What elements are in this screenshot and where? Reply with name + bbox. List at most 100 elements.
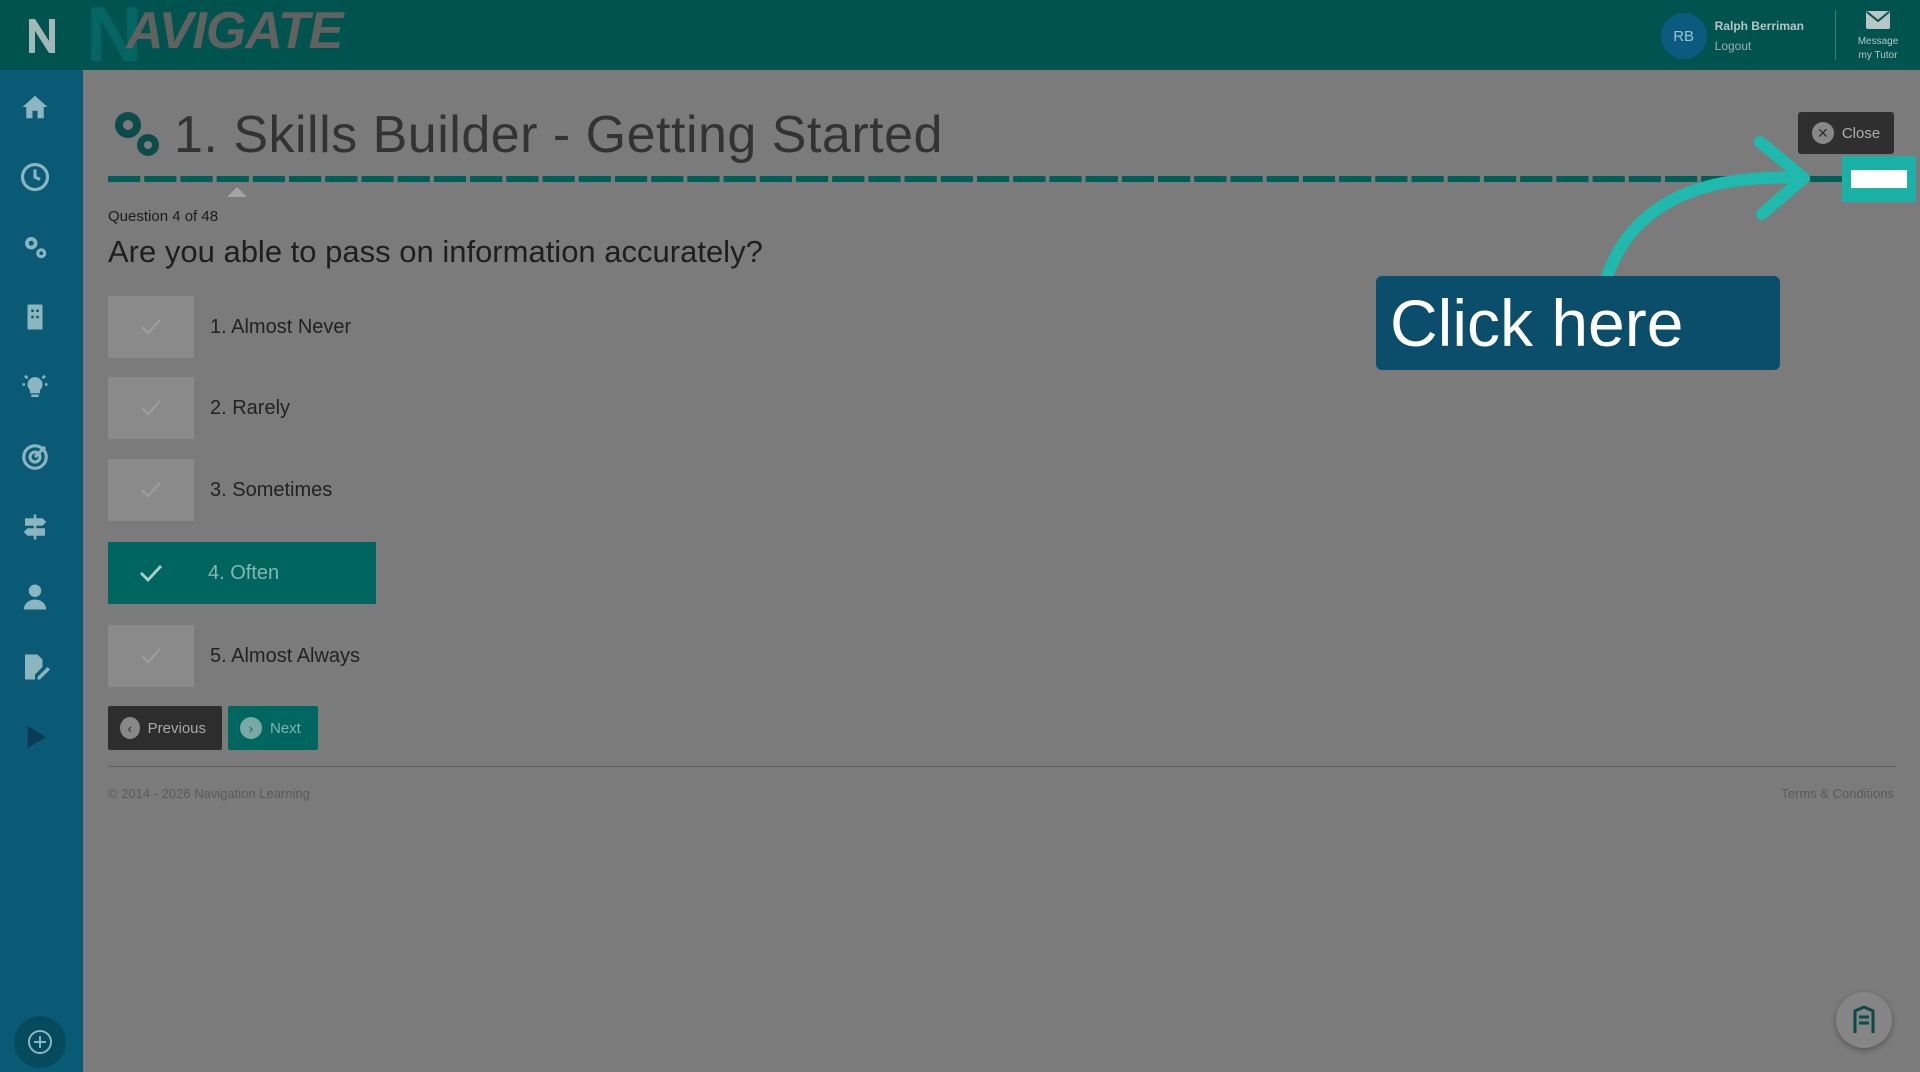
- target-icon[interactable]: [18, 440, 52, 474]
- play-icon[interactable]: [18, 720, 52, 754]
- page-title-row: 1. Skills Builder - Getting Started: [108, 100, 943, 170]
- chevron-right-icon: ›: [240, 717, 262, 739]
- progress-segment: [868, 176, 901, 182]
- option-label[interactable]: 5. Almost Always: [210, 645, 360, 668]
- copyright-text: © 2014 - 2026 Navigation Learning: [108, 786, 310, 801]
- lightbulb-icon[interactable]: [18, 370, 52, 404]
- progress-segment: [289, 176, 322, 182]
- click-here-callout: Click here: [1376, 276, 1780, 370]
- avatar[interactable]: RB: [1660, 13, 1707, 59]
- previous-button[interactable]: ‹ Previous: [108, 706, 222, 750]
- check-icon[interactable]: [108, 625, 194, 687]
- progress-segment: [1520, 176, 1553, 182]
- user-icon[interactable]: [18, 580, 52, 614]
- building-icon[interactable]: [18, 300, 52, 334]
- progress-segment: [397, 176, 430, 182]
- progress-segment: [904, 176, 937, 182]
- signpost-icon[interactable]: [18, 510, 52, 544]
- gears-icon: [115, 112, 159, 156]
- progress-segment: [433, 176, 467, 182]
- footer-divider: [108, 766, 1896, 767]
- progress-segment: [1447, 176, 1480, 182]
- option-almost-always[interactable]: 5. Almost Always: [108, 625, 360, 687]
- progress-segment: [759, 176, 792, 182]
- progress-segment: [325, 176, 358, 182]
- progress-segment: [687, 176, 720, 182]
- check-icon[interactable]: [108, 542, 194, 604]
- progress-segment: [614, 176, 648, 182]
- progress-segment: [1121, 176, 1155, 182]
- progress-segment: [216, 176, 249, 182]
- plus-icon[interactable]: [14, 1016, 66, 1068]
- progress-segment: [361, 176, 394, 182]
- click-target-highlight[interactable]: [1842, 156, 1916, 202]
- page-title: 1. Skills Builder - Getting Started: [174, 106, 943, 164]
- terms-link[interactable]: Terms & Conditions: [1781, 786, 1894, 801]
- close-label: Close: [1841, 124, 1881, 142]
- progress-segment: [144, 176, 177, 182]
- progress-segment: [1158, 176, 1191, 182]
- progress-segment: [1013, 176, 1046, 182]
- progress-bar: [108, 176, 1842, 182]
- progress-segments: [108, 176, 1842, 182]
- progress-segment: [940, 176, 973, 182]
- check-icon[interactable]: [108, 377, 194, 439]
- option-sometimes[interactable]: 3. Sometimes: [108, 459, 332, 521]
- progress-segment: [1049, 176, 1082, 182]
- edit-document-icon[interactable]: [18, 650, 52, 684]
- option-label[interactable]: 1. Almost Never: [210, 316, 351, 339]
- progress-segment: [252, 176, 286, 182]
- navigate-logo-icon[interactable]: [18, 10, 68, 60]
- progress-segment: [108, 176, 141, 182]
- brand-logo[interactable]: N AVIGATE: [86, 0, 386, 74]
- brand-wordmark: AVIGATE: [126, 2, 343, 60]
- progress-segment: [1194, 176, 1227, 182]
- progress-segment: [1339, 176, 1372, 182]
- chevron-left-icon: ‹: [120, 717, 140, 739]
- message-sublabel: my Tutor: [1858, 50, 1898, 61]
- option-label[interactable]: 3. Sometimes: [210, 479, 332, 502]
- logout-link[interactable]: Logout: [1715, 36, 1804, 56]
- progress-segment: [180, 176, 213, 182]
- progress-marker: [227, 187, 247, 197]
- sidebar: [0, 70, 83, 1072]
- progress-segment: [977, 176, 1010, 182]
- progress-segment: [1230, 176, 1263, 182]
- option-rarely[interactable]: 2. Rarely: [108, 377, 290, 439]
- progress-segment: [1556, 176, 1589, 182]
- message-tutor-button[interactable]: Message my Tutor: [1846, 10, 1910, 63]
- progress-segment: [1483, 176, 1517, 182]
- check-icon[interactable]: [108, 296, 194, 358]
- next-button[interactable]: › Next: [228, 706, 318, 750]
- clock-icon[interactable]: [18, 160, 52, 194]
- question-text: Are you able to pass on information accu…: [108, 234, 763, 269]
- progress-segment: [470, 176, 503, 182]
- progress-segment: [1085, 176, 1118, 182]
- progress-segment: [723, 176, 756, 182]
- user-menu[interactable]: RB Ralph Berriman Logout: [1660, 13, 1804, 59]
- question-count: Question 4 of 48: [108, 208, 219, 225]
- header-divider: [1835, 10, 1836, 60]
- message-label: Message: [1857, 36, 1899, 47]
- option-label[interactable]: 2. Rarely: [210, 397, 290, 420]
- option-often[interactable]: 4. Often: [108, 542, 376, 604]
- progress-segment: [1411, 176, 1444, 182]
- top-bar: N AVIGATE RB Ralph Berriman Logout Messa…: [0, 0, 1920, 74]
- highlight-bar: [1851, 170, 1907, 188]
- help-widget-icon[interactable]: [1836, 992, 1892, 1048]
- option-almost-never[interactable]: 1. Almost Never: [108, 296, 351, 358]
- user-name: Ralph Berriman: [1714, 19, 1804, 33]
- progress-segment: [1302, 176, 1336, 182]
- progress-segment: [1375, 176, 1408, 182]
- progress-segment: [1266, 176, 1299, 182]
- gears-icon[interactable]: [18, 230, 52, 264]
- home-icon[interactable]: [18, 90, 52, 124]
- progress-segment: [832, 176, 865, 182]
- curved-arrow-icon: [1600, 136, 1810, 284]
- progress-segment: [542, 176, 575, 182]
- next-label: Next: [270, 719, 301, 737]
- progress-segment: [795, 176, 829, 182]
- option-label[interactable]: 4. Often: [208, 562, 279, 585]
- progress-segment: [651, 176, 684, 182]
- check-icon[interactable]: [108, 459, 194, 521]
